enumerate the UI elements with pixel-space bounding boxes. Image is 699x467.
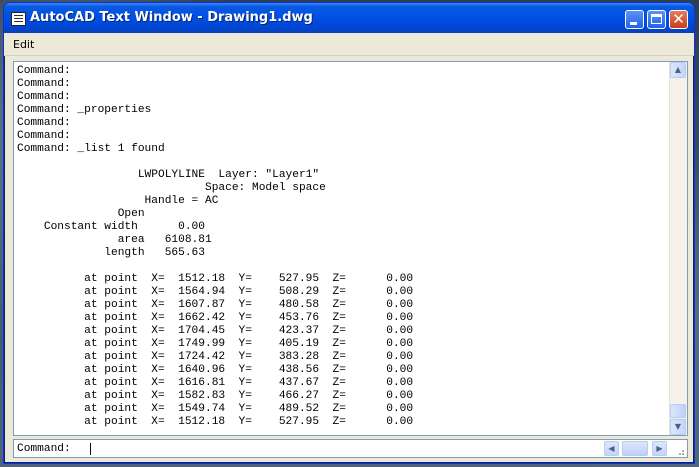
command-history[interactable]: Command: Command: Command: Command: _proper…: [13, 61, 688, 436]
history-line: Command:: [17, 65, 71, 77]
horizontal-scrollbar[interactable]: ◀ ▶: [604, 441, 674, 456]
history-line: Command:: [17, 130, 71, 142]
history-line: Open: [17, 208, 145, 220]
command-line[interactable]: Command: ◀ ▶: [13, 439, 688, 458]
history-line: length 565.63: [17, 247, 205, 259]
minimize-button[interactable]: [625, 10, 644, 29]
history-text: Command: Command: Command: Command: _proper…: [17, 65, 669, 429]
history-line: at point X= 1607.87 Y= 480.58 Z= 0.00: [17, 299, 414, 311]
vertical-scroll-thumb[interactable]: [670, 404, 686, 418]
history-line: Handle = AC: [17, 195, 219, 207]
history-line: [17, 260, 669, 273]
close-icon: ✕: [672, 10, 685, 28]
menu-bar: Edit: [4, 33, 694, 56]
history-line: Command: _list 1 found: [17, 143, 165, 155]
history-line: at point X= 1512.18 Y= 527.95 Z= 0.00: [17, 273, 414, 285]
scroll-left-arrow-icon[interactable]: ◀: [604, 441, 619, 456]
vertical-scrollbar[interactable]: ▲ ▼: [669, 62, 687, 435]
text-caret: [90, 443, 91, 455]
title-bar[interactable]: AutoCAD Text Window - Drawing1.dwg ✕: [4, 3, 694, 33]
history-line: at point X= 1704.45 Y= 423.37 Z= 0.00: [17, 325, 414, 337]
history-line: LWPOLYLINE Layer: "Layer1": [17, 169, 320, 181]
history-line: at point X= 1724.42 Y= 383.28 Z= 0.00: [17, 351, 414, 363]
minimize-icon: [630, 22, 637, 25]
maximize-button[interactable]: [647, 10, 666, 29]
scroll-up-arrow-icon[interactable]: ▲: [670, 62, 686, 78]
history-line: at point X= 1662.42 Y= 453.76 Z= 0.00: [17, 312, 414, 324]
command-prompt: Command:: [17, 443, 71, 455]
command-input[interactable]: [90, 442, 590, 455]
scroll-down-arrow-icon[interactable]: ▼: [670, 419, 686, 435]
history-line: Command: _properties: [17, 104, 152, 116]
maximize-icon: [651, 14, 662, 24]
history-line: at point X= 1749.99 Y= 405.19 Z= 0.00: [17, 338, 414, 350]
history-line: [17, 156, 669, 169]
text-window-icon[interactable]: [11, 12, 26, 26]
history-line: at point X= 1549.74 Y= 489.52 Z= 0.00: [17, 403, 414, 415]
menu-item-edit[interactable]: Edit: [13, 38, 34, 51]
close-button[interactable]: ✕: [669, 10, 688, 29]
history-line: at point X= 1582.83 Y= 466.27 Z= 0.00: [17, 390, 414, 402]
history-line: at point X= 1512.18 Y= 527.95 Z= 0.00: [17, 416, 414, 428]
history-line: at point X= 1640.96 Y= 438.56 Z= 0.00: [17, 364, 414, 376]
history-line: area 6108.81: [17, 234, 212, 246]
autocad-text-window: AutoCAD Text Window - Drawing1.dwg ✕ Edi…: [3, 2, 695, 464]
history-line: Command:: [17, 91, 71, 103]
window-title: AutoCAD Text Window - Drawing1.dwg: [30, 10, 313, 25]
resize-grip-icon[interactable]: [675, 448, 685, 456]
history-line: at point X= 1616.81 Y= 437.67 Z= 0.00: [17, 377, 414, 389]
history-line: Command:: [17, 78, 71, 90]
horizontal-scroll-thumb[interactable]: [622, 441, 648, 456]
history-line: Constant width 0.00: [17, 221, 205, 233]
history-line: Command:: [17, 117, 71, 129]
history-line: at point X= 1564.94 Y= 508.29 Z= 0.00: [17, 286, 414, 298]
scroll-right-arrow-icon[interactable]: ▶: [652, 441, 667, 456]
history-line: Space: Model space: [17, 182, 326, 194]
